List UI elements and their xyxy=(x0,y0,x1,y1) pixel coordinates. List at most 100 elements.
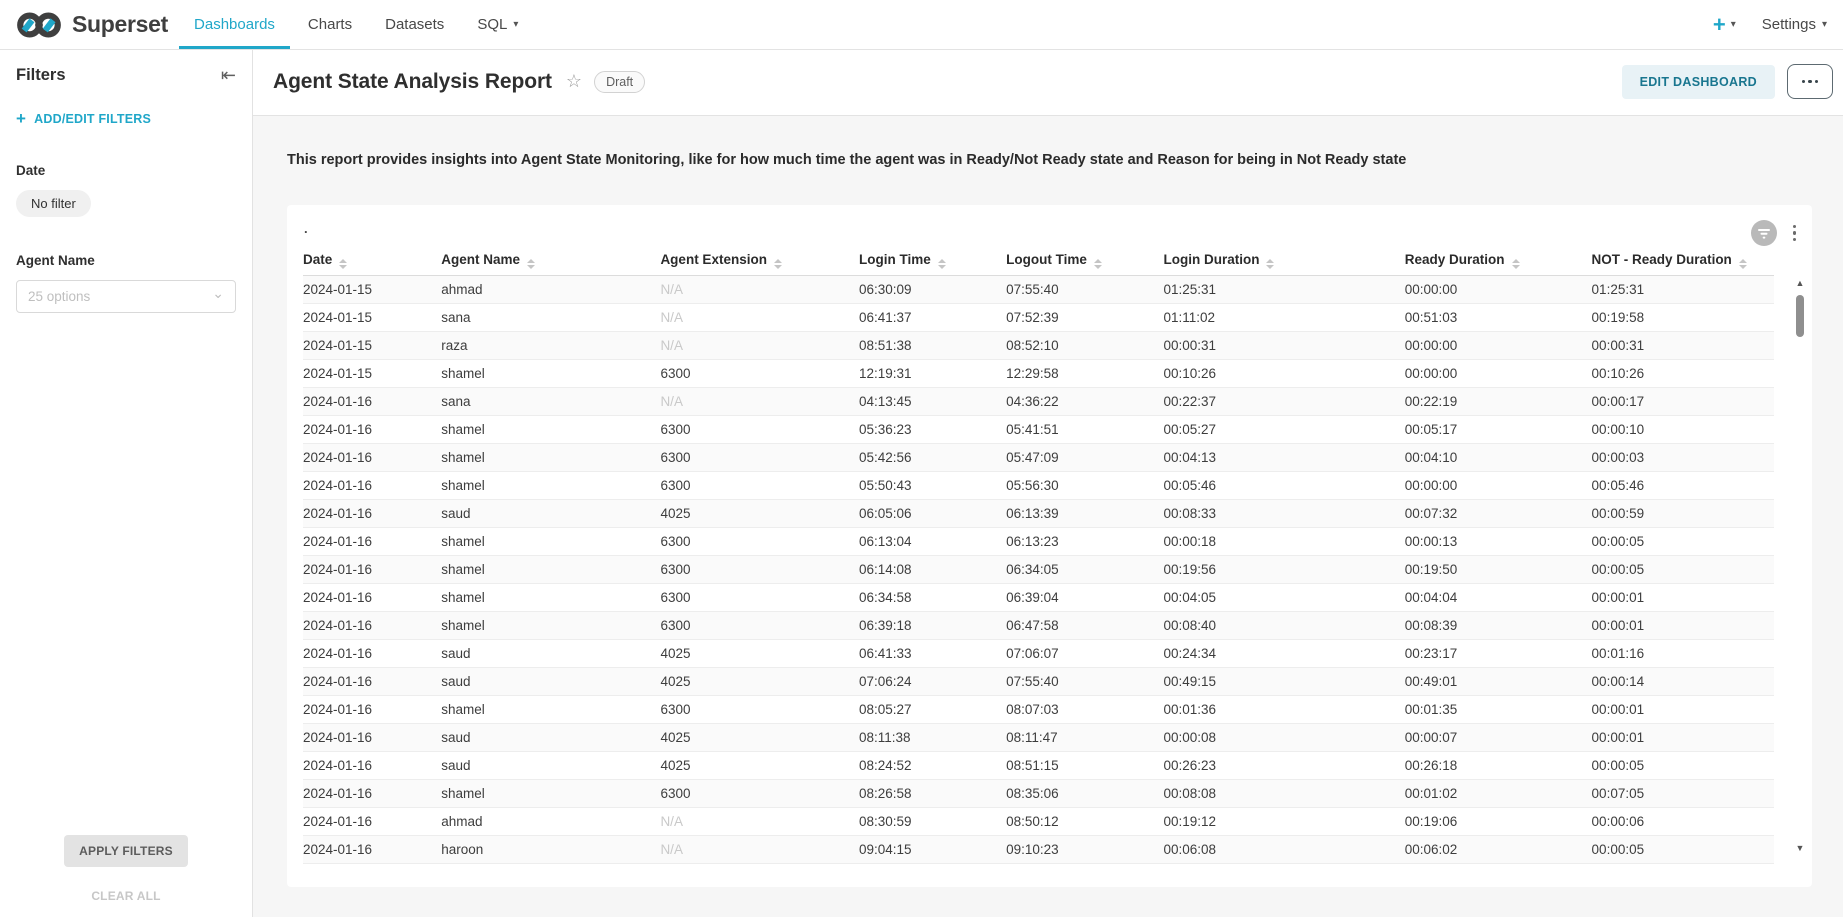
table-cell: 00:00:31 xyxy=(1592,331,1774,359)
table-cell: 06:34:05 xyxy=(1006,555,1163,583)
table-cell: 06:34:58 xyxy=(859,583,1006,611)
table-cell: 00:00:05 xyxy=(1592,527,1774,555)
table-cell: 12:19:31 xyxy=(859,359,1006,387)
nav-tab-dashboards[interactable]: Dashboards xyxy=(194,0,275,49)
agent-state-table-card: . DateAgent NameAgent ExtensionLog xyxy=(287,205,1812,887)
table-cell: 05:50:43 xyxy=(859,471,1006,499)
nav-tab-sql[interactable]: SQL ▾ xyxy=(477,0,518,49)
sort-icon[interactable] xyxy=(527,259,535,269)
table-cell: shamel xyxy=(441,527,660,555)
sort-icon[interactable] xyxy=(1094,259,1102,269)
chevron-down-icon: ⌄ xyxy=(212,290,224,297)
table-cell: N/A xyxy=(660,331,859,359)
column-header[interactable]: Ready Duration xyxy=(1405,247,1592,275)
nav-tab-charts[interactable]: Charts xyxy=(308,0,352,49)
sort-icon[interactable] xyxy=(774,259,782,269)
table-cell: 2024-01-15 xyxy=(303,359,441,387)
column-header[interactable]: Login Duration xyxy=(1164,247,1405,275)
table-cell: 05:56:30 xyxy=(1006,471,1163,499)
column-header[interactable]: Agent Extension xyxy=(660,247,859,275)
settings-menu[interactable]: Settings ▾ xyxy=(1762,16,1827,33)
table-cell: 2024-01-16 xyxy=(303,499,441,527)
table-cell: 2024-01-16 xyxy=(303,415,441,443)
table-cell: 2024-01-16 xyxy=(303,527,441,555)
agent-state-table: DateAgent NameAgent ExtensionLogin TimeL… xyxy=(303,247,1774,864)
kebab-menu-icon[interactable] xyxy=(1789,223,1801,244)
table-cell: raza xyxy=(441,331,660,359)
table-cell: 00:00:08 xyxy=(1164,723,1405,751)
table-row: 2024-01-16sanaN/A04:13:4504:36:2200:22:3… xyxy=(303,387,1774,415)
table-cell: 08:11:47 xyxy=(1006,723,1163,751)
table-cell: 08:35:06 xyxy=(1006,779,1163,807)
table-row: 2024-01-16shamel630005:36:2305:41:5100:0… xyxy=(303,415,1774,443)
column-header[interactable]: Logout Time xyxy=(1006,247,1163,275)
table-cell: 00:00:05 xyxy=(1592,751,1774,779)
nav-tab-datasets[interactable]: Datasets xyxy=(385,0,444,49)
table-cell: 00:00:03 xyxy=(1592,443,1774,471)
table-cell: 05:36:23 xyxy=(859,415,1006,443)
table-cell: shamel xyxy=(441,779,660,807)
table-cell: 04:36:22 xyxy=(1006,387,1163,415)
filters-title: Filters xyxy=(16,66,66,85)
collapse-left-icon[interactable]: ⇤ xyxy=(221,65,236,86)
dashboard-grid: This report provides insights into Agent… xyxy=(253,116,1843,917)
table-cell: 00:06:08 xyxy=(1164,835,1405,863)
column-header[interactable]: Date xyxy=(303,247,441,275)
table-row: 2024-01-16saud402506:41:3307:06:0700:24:… xyxy=(303,639,1774,667)
scrollbar-thumb[interactable] xyxy=(1796,295,1804,337)
table-cell: 6300 xyxy=(660,555,859,583)
table-cell: 00:00:13 xyxy=(1405,527,1592,555)
column-header[interactable]: Login Time xyxy=(859,247,1006,275)
table-row: 2024-01-16shamel630008:26:5808:35:0600:0… xyxy=(303,779,1774,807)
clear-all-button[interactable]: CLEAR ALL xyxy=(0,889,252,903)
dashboard-header: Agent State Analysis Report ☆ Draft EDIT… xyxy=(253,50,1843,116)
add-edit-filters-button[interactable]: + ADD/EDIT FILTERS xyxy=(16,110,236,127)
scroll-down-icon[interactable]: ▼ xyxy=(1796,844,1805,853)
new-item-button[interactable]: + ▾ xyxy=(1713,14,1736,36)
table-cell: 00:19:12 xyxy=(1164,807,1405,835)
table-cell: 00:00:01 xyxy=(1592,723,1774,751)
table-cell: 06:39:04 xyxy=(1006,583,1163,611)
table-cell: 08:24:52 xyxy=(859,751,1006,779)
table-cell: 00:10:26 xyxy=(1164,359,1405,387)
table-cell: N/A xyxy=(660,835,859,863)
table-cell: 00:08:08 xyxy=(1164,779,1405,807)
apply-filters-button[interactable]: APPLY FILTERS xyxy=(64,835,188,867)
table-cell: 00:00:01 xyxy=(1592,695,1774,723)
sort-icon[interactable] xyxy=(1512,259,1520,269)
cross-filter-icon[interactable] xyxy=(1751,220,1777,246)
table-cell: saud xyxy=(441,723,660,751)
sort-icon[interactable] xyxy=(1739,259,1747,269)
scroll-up-icon[interactable]: ▲ xyxy=(1796,279,1805,288)
table-cell: 2024-01-16 xyxy=(303,611,441,639)
table-cell: ahmad xyxy=(441,807,660,835)
table-cell: 4025 xyxy=(660,639,859,667)
table-cell: shamel xyxy=(441,415,660,443)
table-cell: 00:00:00 xyxy=(1405,275,1592,303)
table-row: 2024-01-16saud402508:24:5208:51:1500:26:… xyxy=(303,751,1774,779)
table-cell: 00:19:56 xyxy=(1164,555,1405,583)
superset-logo[interactable]: Superset xyxy=(14,9,168,41)
table-cell: 05:41:51 xyxy=(1006,415,1163,443)
sort-icon[interactable] xyxy=(1266,259,1274,269)
date-filter-value-pill[interactable]: No filter xyxy=(16,190,91,217)
sort-icon[interactable] xyxy=(938,259,946,269)
column-header[interactable]: Agent Name xyxy=(441,247,660,275)
agent-name-select[interactable]: 25 options ⌄ xyxy=(16,280,236,313)
more-options-button[interactable] xyxy=(1787,64,1833,99)
table-cell: 00:07:32 xyxy=(1405,499,1592,527)
column-header[interactable]: NOT - Ready Duration xyxy=(1592,247,1774,275)
table-cell: 06:39:18 xyxy=(859,611,1006,639)
table-cell: 08:30:59 xyxy=(859,807,1006,835)
table-cell: 2024-01-16 xyxy=(303,443,441,471)
table-row: 2024-01-15ahmadN/A06:30:0907:55:4001:25:… xyxy=(303,275,1774,303)
star-icon[interactable]: ☆ xyxy=(566,71,582,92)
agent-name-filter-label: Agent Name xyxy=(16,253,236,268)
caret-down-icon: ▾ xyxy=(1822,20,1827,30)
edit-dashboard-button[interactable]: EDIT DASHBOARD xyxy=(1622,65,1775,99)
sort-icon[interactable] xyxy=(339,259,347,269)
table-cell: 08:05:27 xyxy=(859,695,1006,723)
table-cell: 2024-01-16 xyxy=(303,583,441,611)
table-row: 2024-01-16shamel630005:42:5605:47:0900:0… xyxy=(303,443,1774,471)
nav-tabs: Dashboards Charts Datasets SQL ▾ xyxy=(194,0,518,49)
